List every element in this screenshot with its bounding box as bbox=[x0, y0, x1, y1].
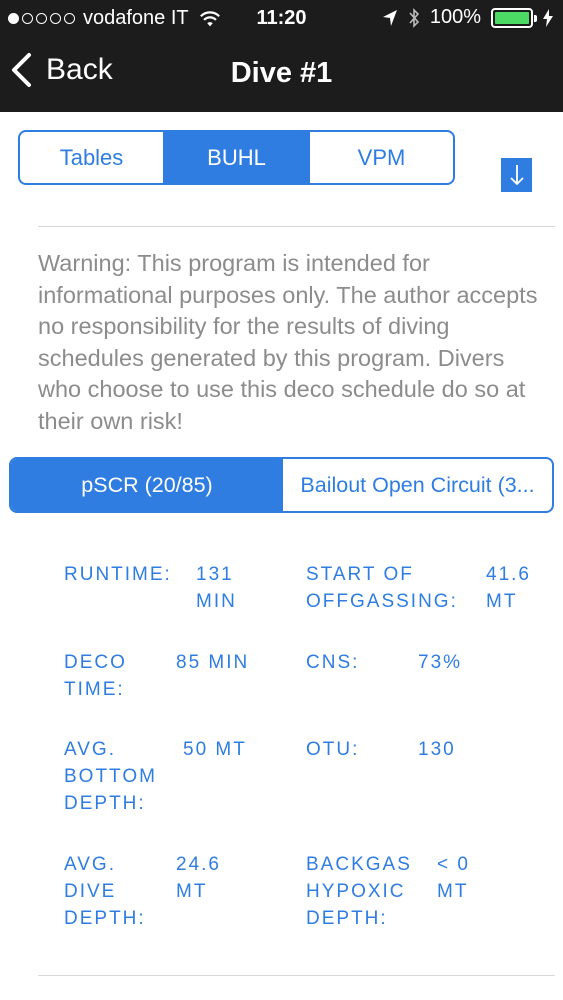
arrow-down-icon bbox=[509, 165, 524, 186]
deco-time-value: 85 MIN bbox=[176, 652, 250, 673]
bottom-divider bbox=[38, 975, 555, 976]
runtime-label: RUNTIME: bbox=[64, 564, 172, 585]
otu-label: OTU: bbox=[306, 739, 360, 760]
gas-segmented-control: pSCR (20/85) Bailout Open Circuit (3... bbox=[9, 457, 554, 513]
tab-vpm[interactable]: VPM bbox=[310, 132, 453, 183]
backgas-hypoxic-depth-value: < 0 MT bbox=[437, 854, 470, 902]
navigation-bar: Back Dive #1 bbox=[0, 36, 563, 112]
start-of-offgassing-label: START OF OFFGASSING: bbox=[306, 564, 458, 612]
battery-percentage: 100% bbox=[429, 6, 481, 28]
runtime-value: 131 MIN bbox=[196, 564, 237, 612]
tab-buhl[interactable]: BUHL bbox=[165, 132, 310, 183]
algorithm-segmented-control: Tables BUHL VPM bbox=[18, 130, 455, 185]
deco-time-label: DECO TIME: bbox=[64, 652, 127, 700]
tab-pscr[interactable]: pSCR (20/85) bbox=[11, 459, 283, 511]
cns-label: CNS: bbox=[306, 652, 360, 673]
download-button[interactable] bbox=[501, 158, 532, 192]
bluetooth-icon bbox=[409, 7, 419, 28]
avg-bottom-depth-value: 50 MT bbox=[183, 739, 247, 760]
location-arrow-icon bbox=[382, 9, 397, 26]
warning-text: Warning: This program is intended for in… bbox=[38, 250, 538, 434]
tab-bailout-open-circuit[interactable]: Bailout Open Circuit (3... bbox=[283, 459, 552, 511]
avg-bottom-depth-label: AVG. BOTTOM DEPTH: bbox=[64, 739, 157, 814]
battery-icon bbox=[491, 7, 537, 28]
page-title: Dive #1 bbox=[230, 57, 333, 89]
tab-tables[interactable]: Tables bbox=[20, 132, 165, 183]
avg-dive-depth-label: AVG. DIVE DEPTH: bbox=[64, 854, 146, 929]
otu-value: 130 bbox=[418, 739, 456, 760]
cns-value: 73% bbox=[418, 652, 463, 673]
top-bar: vodafone IT 11:20 100% Back Dive #1 bbox=[0, 0, 563, 112]
charging-bolt-icon bbox=[543, 8, 553, 27]
start-of-offgassing-value: 41.6 MT bbox=[486, 564, 531, 612]
backgas-hypoxic-depth-label: BACKGAS HYPOXIC DEPTH: bbox=[306, 854, 412, 929]
divider bbox=[38, 226, 555, 227]
avg-dive-depth-value: 24.6 MT bbox=[176, 854, 221, 902]
status-bar: vodafone IT 11:20 100% bbox=[0, 0, 563, 36]
